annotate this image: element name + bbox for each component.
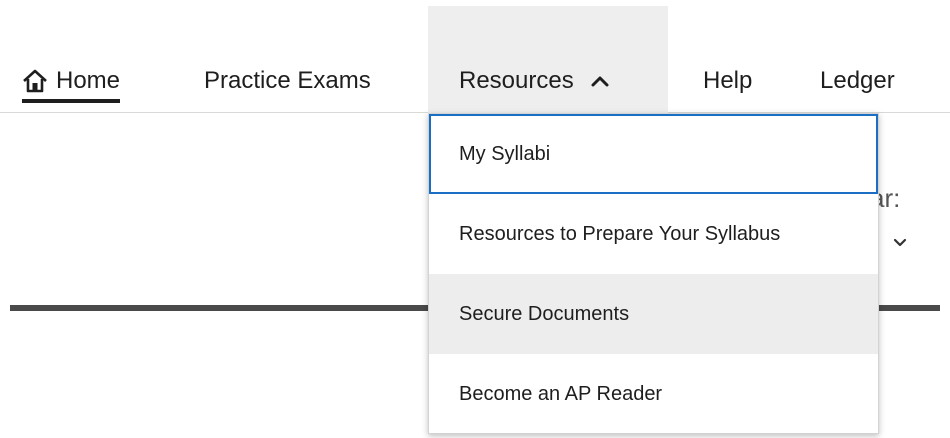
- nav-item-label: Practice Exams: [204, 67, 371, 94]
- nav-item-label: Resources: [459, 67, 574, 94]
- nav-item-label: Ledger: [820, 67, 895, 94]
- nav-item-home[interactable]: Home: [22, 66, 121, 103]
- chevron-up-icon: [591, 76, 609, 87]
- nav-item-ledger[interactable]: Ledger: [820, 66, 895, 96]
- nav-item-label: Home: [56, 67, 121, 94]
- menu-item-resources-to-prepare-syllabus[interactable]: Resources to Prepare Your Syllabus: [429, 194, 878, 274]
- nav-item-resources[interactable]: Resources: [459, 66, 610, 96]
- menu-item-my-syllabi[interactable]: My Syllabi: [429, 114, 878, 194]
- home-icon: [23, 69, 47, 93]
- page: ar: Home Practice Exams Resources Help L…: [0, 0, 950, 438]
- resources-active-bg: [428, 6, 668, 113]
- resources-dropdown-menu: My Syllabi Resources to Prepare Your Syl…: [428, 113, 879, 434]
- nav-item-practice-exams[interactable]: Practice Exams: [204, 66, 371, 96]
- nav-item-help[interactable]: Help: [703, 66, 752, 96]
- chevron-down-icon[interactable]: [893, 238, 907, 248]
- main-nav: Home Practice Exams Resources Help Ledge…: [0, 0, 950, 113]
- nav-item-label: Help: [703, 67, 753, 94]
- menu-item-become-ap-reader[interactable]: Become an AP Reader: [429, 354, 878, 434]
- active-indicator: [22, 99, 121, 103]
- menu-item-secure-documents[interactable]: Secure Documents: [429, 274, 878, 354]
